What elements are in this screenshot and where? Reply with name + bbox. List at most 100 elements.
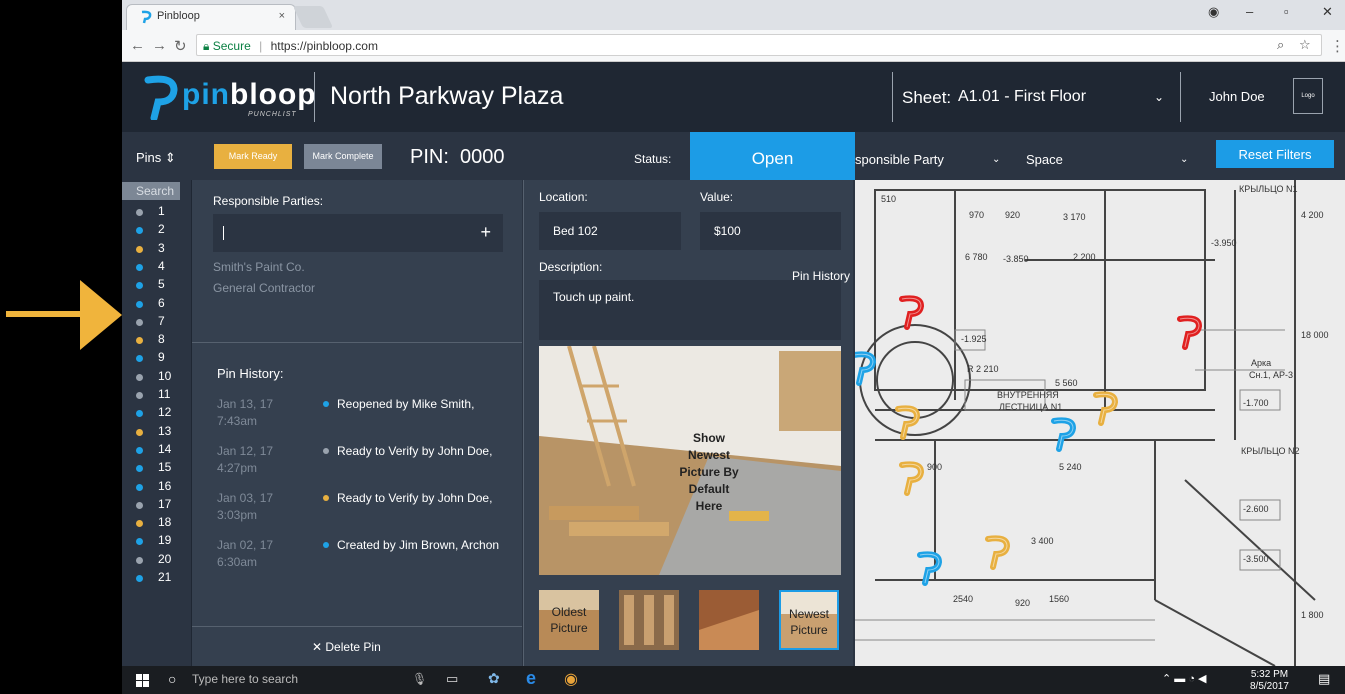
map-dimension: -3.950 bbox=[1211, 238, 1237, 248]
pin-number-label: 7 bbox=[158, 313, 165, 328]
new-tab-button[interactable] bbox=[292, 6, 334, 28]
search-icon[interactable]: ○ bbox=[168, 671, 176, 687]
history-status-dot-icon bbox=[323, 542, 329, 548]
chevron-down-icon: ⌄ bbox=[1180, 154, 1189, 165]
zoom-icon[interactable]: ⌕ bbox=[1277, 37, 1284, 53]
thumbnail-3[interactable] bbox=[699, 590, 759, 650]
system-tray-icons[interactable]: ⌃ ▬ ◔ ◀ bbox=[1162, 672, 1207, 685]
pin-number-label: 20 bbox=[158, 551, 172, 566]
microphone-icon[interactable]: 🎙︎ bbox=[412, 672, 427, 686]
map-pin-marker-icon[interactable] bbox=[1093, 390, 1119, 426]
profile-icon[interactable]: ◉ bbox=[1208, 4, 1219, 20]
pins-sort-button[interactable]: Pins ⇕ bbox=[136, 150, 176, 166]
thumbnail-oldest[interactable]: Oldest Picture bbox=[539, 590, 599, 650]
menu-icon[interactable]: ⋮ bbox=[1330, 37, 1345, 55]
map-pin-marker-icon[interactable] bbox=[855, 350, 877, 386]
pin-status-dot-icon bbox=[136, 392, 143, 399]
map-pin-marker-icon[interactable] bbox=[1177, 314, 1203, 350]
pin-history-link[interactable]: Pin History bbox=[792, 269, 850, 283]
tab-close-icon[interactable]: × bbox=[279, 10, 285, 22]
pin-number-label: 14 bbox=[158, 441, 172, 456]
pin-status-dot-icon bbox=[136, 556, 143, 564]
map-pin-marker-icon[interactable] bbox=[1051, 416, 1077, 452]
back-icon[interactable]: ← bbox=[130, 37, 145, 54]
user-name[interactable]: John Doe bbox=[1209, 89, 1265, 104]
pin-number: PIN: 0000 bbox=[410, 146, 505, 168]
pin-history-title: Pin History: bbox=[217, 366, 284, 381]
pin-status-dot-icon bbox=[136, 520, 143, 528]
party-item[interactable]: General Contractor bbox=[213, 281, 315, 295]
pin-number-label: 9 bbox=[158, 350, 165, 365]
space-filter[interactable]: Space bbox=[1026, 152, 1063, 167]
description-field[interactable]: Touch up paint. bbox=[539, 280, 841, 340]
pin-status-dot-icon bbox=[136, 575, 143, 582]
pin-status-dot-icon bbox=[136, 227, 143, 235]
pin-status-dot-icon bbox=[136, 245, 143, 253]
windows-start-icon[interactable] bbox=[136, 674, 149, 687]
pin-status-dot-icon bbox=[136, 300, 143, 308]
chrome-browser-icon[interactable]: ◉ bbox=[564, 669, 578, 689]
map-pin-marker-icon[interactable] bbox=[985, 534, 1011, 570]
sheet-select[interactable]: A1.01 - First Floor ⌄ bbox=[958, 88, 1164, 106]
pin-number-label: 6 bbox=[158, 295, 165, 310]
thumbnail-2[interactable] bbox=[619, 590, 679, 650]
reload-icon[interactable]: ↻ bbox=[174, 37, 187, 55]
edge-browser-icon[interactable]: e bbox=[526, 668, 536, 689]
map-dimension: 900 bbox=[927, 462, 943, 472]
value-field[interactable]: $100 bbox=[700, 212, 841, 250]
responsible-party-input[interactable]: + bbox=[213, 214, 503, 252]
map-pin-marker-icon[interactable] bbox=[899, 460, 925, 496]
pin-number-label: 13 bbox=[158, 423, 172, 438]
pin-status-dot-icon bbox=[136, 465, 143, 473]
taskbar-search-input[interactable]: Type here to search bbox=[192, 672, 298, 686]
status-dropdown[interactable]: Open bbox=[690, 132, 855, 180]
pin-status-dot-icon bbox=[136, 501, 143, 509]
photo-caption: Show Newest Picture By Default Here bbox=[679, 431, 739, 513]
forward-icon[interactable]: → bbox=[152, 37, 167, 54]
pin-number-label: 17 bbox=[158, 496, 172, 511]
pin-status-dot-icon bbox=[136, 337, 143, 345]
pin-status-dot-icon bbox=[136, 483, 143, 491]
map-dimension: 1560 bbox=[1049, 594, 1070, 604]
pinbloop-logo-icon bbox=[144, 75, 178, 120]
map-pin-marker-icon[interactable] bbox=[899, 294, 925, 330]
history-entry-text: Ready to Verify by John Doe, bbox=[337, 491, 493, 505]
secure-label: Secure bbox=[212, 39, 251, 53]
network-app-icon[interactable]: ✿ bbox=[488, 670, 500, 687]
close-window-icon[interactable]: ✕ bbox=[1322, 4, 1333, 20]
mark-complete-button[interactable]: Mark Complete bbox=[304, 144, 382, 169]
system-clock[interactable]: 5:32 PM 8/5/2017 bbox=[1250, 669, 1289, 693]
map-dimension: 5 560 bbox=[1055, 378, 1078, 388]
minimize-icon[interactable]: – bbox=[1246, 4, 1253, 19]
location-field[interactable]: Bed 102 bbox=[539, 212, 681, 250]
pin-number-label: 2 bbox=[158, 222, 165, 237]
responsible-party-filter[interactable]: sponsible Party bbox=[855, 152, 944, 167]
url-input[interactable]: 🔒︎ Secure | https://pinbloop.com ⌕ ☆ bbox=[196, 34, 1322, 56]
lock-icon: 🔒︎ bbox=[203, 39, 210, 53]
floor-plan-map[interactable]: 510 970 920 3 170 6 780 -3.850 2 200 -3.… bbox=[855, 180, 1345, 666]
maximize-icon[interactable]: ▫ bbox=[1284, 4, 1289, 19]
responsible-parties-title: Responsible Parties: bbox=[213, 194, 324, 208]
browser-tab[interactable]: Pinbloop × bbox=[126, 4, 296, 30]
notification-icon[interactable]: ▤ bbox=[1318, 671, 1330, 687]
map-pin-marker-icon[interactable] bbox=[917, 550, 943, 586]
pin-number-label: 4 bbox=[158, 258, 165, 273]
chevron-down-icon: ⌄ bbox=[1153, 90, 1164, 104]
delete-pin-button[interactable]: ✕ Delete Pin bbox=[312, 640, 381, 654]
thumbnail-newest[interactable]: Newest Picture bbox=[779, 590, 839, 650]
bookmark-star-icon[interactable]: ☆ bbox=[1299, 37, 1311, 53]
pin-search-input[interactable]: Search bbox=[122, 182, 180, 200]
windows-taskbar: ○ Type here to search 🎙︎ ▭ ✿ e ◉ ⌃ ▬ ◔ ◀… bbox=[122, 666, 1345, 694]
add-party-icon[interactable]: + bbox=[480, 222, 491, 243]
party-item[interactable]: Smith's Paint Co. bbox=[213, 260, 305, 274]
pin-status-dot-icon bbox=[136, 373, 143, 381]
pin-number-label: 8 bbox=[158, 332, 165, 347]
task-view-icon[interactable]: ▭ bbox=[446, 671, 458, 687]
pinbloop-favicon-icon bbox=[141, 10, 152, 24]
thumbnail-caption: Newest Picture bbox=[788, 607, 829, 637]
reset-filters-button[interactable]: Reset Filters bbox=[1216, 140, 1334, 168]
mark-ready-button[interactable]: Mark Ready bbox=[214, 144, 292, 169]
main-photo[interactable]: Show Newest Picture By Default Here bbox=[539, 346, 841, 575]
map-dimension: 970 bbox=[969, 210, 985, 220]
map-pin-marker-icon[interactable] bbox=[895, 404, 921, 440]
